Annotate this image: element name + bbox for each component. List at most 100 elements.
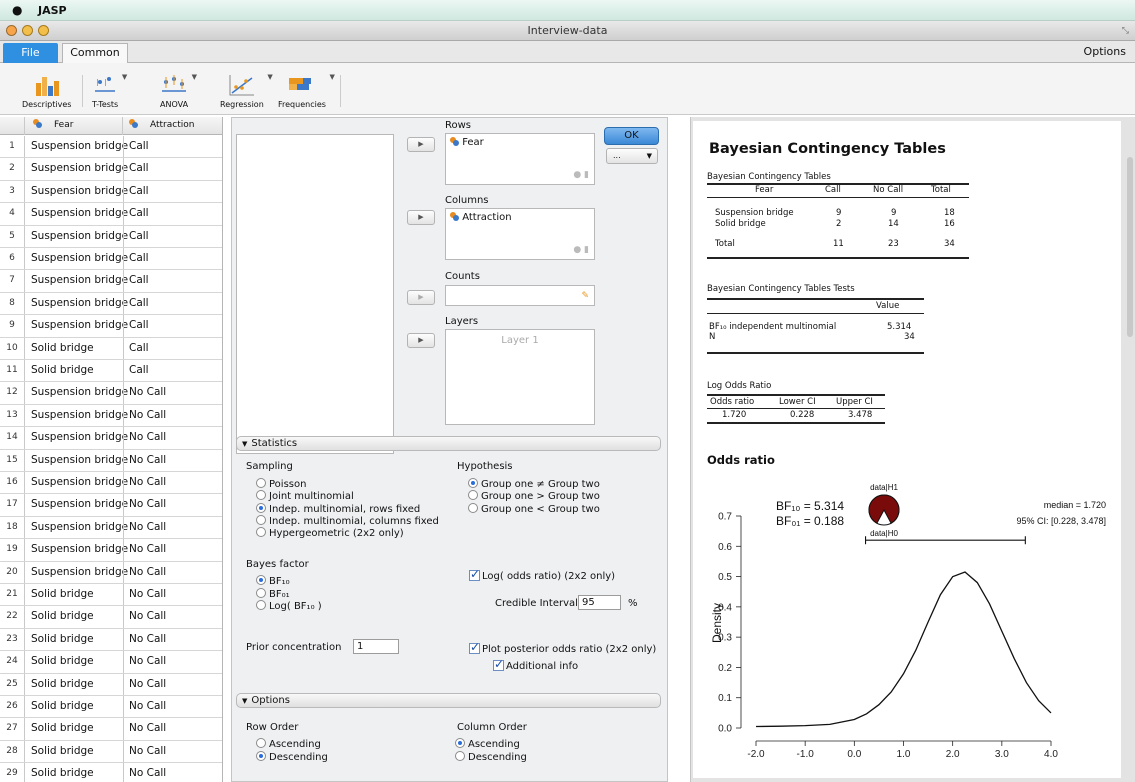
hypothesis-option[interactable]: Group one ≠ Group two [468,478,600,490]
table-row[interactable]: 26 Solid bridge No Call [0,696,222,719]
table-row[interactable]: 16 Suspension bridge No Call [0,472,222,495]
column-order-option[interactable]: Descending [455,751,527,763]
table-row[interactable]: 12 Suspension bridge No Call [0,382,222,405]
cell-attraction[interactable]: Call [123,158,222,180]
table-row[interactable]: 7 Suspension bridge Call [0,270,222,293]
results-scrollbar[interactable] [1127,157,1133,337]
table-row[interactable]: 27 Solid bridge No Call [0,718,222,741]
table-row[interactable]: 9 Suspension bridge Call [0,315,222,338]
table-row[interactable]: 24 Solid bridge No Call [0,651,222,674]
cell-attraction[interactable]: Call [123,225,222,247]
log-odds-ratio-checkbox[interactable]: Log( odds ratio) (2x2 only) [469,567,615,582]
chevron-down-icon[interactable]: ▼ [267,73,272,81]
cell-fear[interactable]: Suspension bridge [31,472,128,493]
counts-box[interactable]: ✎ [445,285,595,306]
chevron-down-icon[interactable]: ▼ [192,73,197,81]
cell-fear[interactable]: Suspension bridge [31,158,128,179]
cell-attraction[interactable]: No Call [123,673,222,695]
available-variables-list[interactable] [236,134,394,454]
results-page[interactable]: Bayesian Contingency Tables Bayesian Con… [693,121,1121,778]
regression-button[interactable]: ▼ Regression [220,71,273,109]
more-options-button[interactable]: ... ▼ [606,148,658,164]
table-row[interactable]: 19 Suspension bridge No Call [0,539,222,562]
table-row[interactable]: 4 Suspension bridge Call [0,203,222,226]
cell-fear[interactable]: Suspension bridge [31,248,128,269]
table-row[interactable]: 10 Solid bridge Call [0,337,222,360]
cell-fear[interactable]: Suspension bridge [31,136,128,157]
sampling-option[interactable]: Joint multinomial [256,490,354,502]
cell-fear[interactable]: Solid bridge [31,674,94,695]
cell-attraction[interactable]: No Call [123,763,222,782]
columns-box[interactable]: Attraction ● ▮ [445,208,595,260]
options-section-header[interactable]: ▼ Options [236,693,661,708]
cell-fear[interactable]: Solid bridge [31,718,94,739]
cell-fear[interactable]: Suspension bridge [31,517,128,538]
anova-button[interactable]: ▼ ANOVA [160,71,197,109]
cell-attraction[interactable]: No Call [123,516,222,539]
table-row[interactable]: 14 Suspension bridge No Call [0,427,222,450]
sampling-option[interactable]: Indep. multinomial, rows fixed [256,502,420,515]
cell-fear[interactable]: Suspension bridge [31,562,128,583]
cell-fear[interactable]: Solid bridge [31,741,94,762]
cell-attraction[interactable]: No Call [123,696,222,718]
column-order-option[interactable]: Ascending [455,738,520,750]
resize-icon[interactable]: ⤡ [1122,26,1129,36]
row-order-option[interactable]: Descending [256,751,328,763]
credible-interval-input[interactable]: 95 [578,595,621,610]
table-row[interactable]: 18 Suspension bridge No Call [0,516,222,540]
cell-attraction[interactable]: Call [123,315,222,337]
chevron-down-icon[interactable]: ▼ [122,73,127,81]
bayes-factor-option[interactable]: BF₁₀ [256,575,290,587]
move-to-rows-button[interactable]: ▶ [407,137,435,152]
prior-concentration-input[interactable]: 1 [353,639,399,654]
frequencies-button[interactable]: ▼ Frequencies [278,71,335,109]
table-row[interactable]: 20 Suspension bridge No Call [0,561,222,584]
cell-fear[interactable]: Suspension bridge [31,293,128,314]
hypothesis-option[interactable]: Group one > Group two [468,490,600,502]
cell-attraction[interactable]: No Call [123,382,222,404]
table-row[interactable]: 22 Solid bridge No Call [0,606,222,629]
cell-attraction[interactable]: No Call [123,606,222,628]
cell-attraction[interactable]: Call [123,180,222,203]
table-row[interactable]: 3 Suspension bridge Call [0,180,222,204]
cell-attraction[interactable]: Call [123,270,222,292]
descriptives-button[interactable]: Descriptives [22,71,71,109]
apple-icon[interactable]: ● [12,3,22,17]
cell-attraction[interactable]: Call [123,248,222,270]
cell-fear[interactable]: Suspension bridge [31,539,128,560]
cell-attraction[interactable]: No Call [123,472,222,494]
move-to-counts-button[interactable]: ▶ [407,290,435,305]
data-grid[interactable]: Fear Attraction 1 Suspension bridge Call 2 S… [0,117,223,782]
cell-attraction[interactable]: No Call [123,404,222,427]
sampling-option[interactable]: Poisson [256,478,306,490]
cell-attraction[interactable]: Call [123,360,222,382]
t-tests-button[interactable]: ΙΙ ▼ T-Tests [92,71,127,109]
cell-fear[interactable]: Suspension bridge [31,405,128,426]
table-row[interactable]: 13 Suspension bridge No Call [0,404,222,428]
layers-box[interactable]: Layer 1 [445,329,595,425]
cell-fear[interactable]: Solid bridge [31,696,94,717]
cell-fear[interactable]: Solid bridge [31,651,94,672]
move-to-layers-button[interactable]: ▶ [407,333,435,348]
app-name[interactable]: JASP [38,4,67,17]
cell-attraction[interactable]: No Call [123,740,222,763]
bayes-factor-option[interactable]: BF₀₁ [256,587,290,600]
sampling-option[interactable]: Hypergeometric (2x2 only) [256,527,404,539]
cell-fear[interactable]: Suspension bridge [31,181,128,202]
cell-attraction[interactable]: No Call [123,494,222,516]
cell-attraction[interactable]: Call [123,337,222,359]
statistics-section-header[interactable]: ▼ Statistics [236,436,661,451]
cell-attraction[interactable]: No Call [123,584,222,606]
hypothesis-option[interactable]: Group one < Group two [468,502,600,515]
cell-fear[interactable]: Solid bridge [31,629,94,650]
table-row[interactable]: 15 Suspension bridge No Call [0,449,222,472]
table-row[interactable]: 2 Suspension bridge Call [0,158,222,181]
plot-posterior-checkbox[interactable]: Plot posterior odds ratio (2x2 only) [469,640,656,655]
rows-item-fear[interactable]: Fear [450,137,484,148]
cell-attraction[interactable]: No Call [123,427,222,449]
cell-fear[interactable]: Suspension bridge [31,203,128,224]
cell-fear[interactable]: Suspension bridge [31,450,128,471]
tab-file[interactable]: File [3,43,58,63]
table-row[interactable]: 8 Suspension bridge Call [0,292,222,316]
table-row[interactable]: 25 Solid bridge No Call [0,673,222,696]
